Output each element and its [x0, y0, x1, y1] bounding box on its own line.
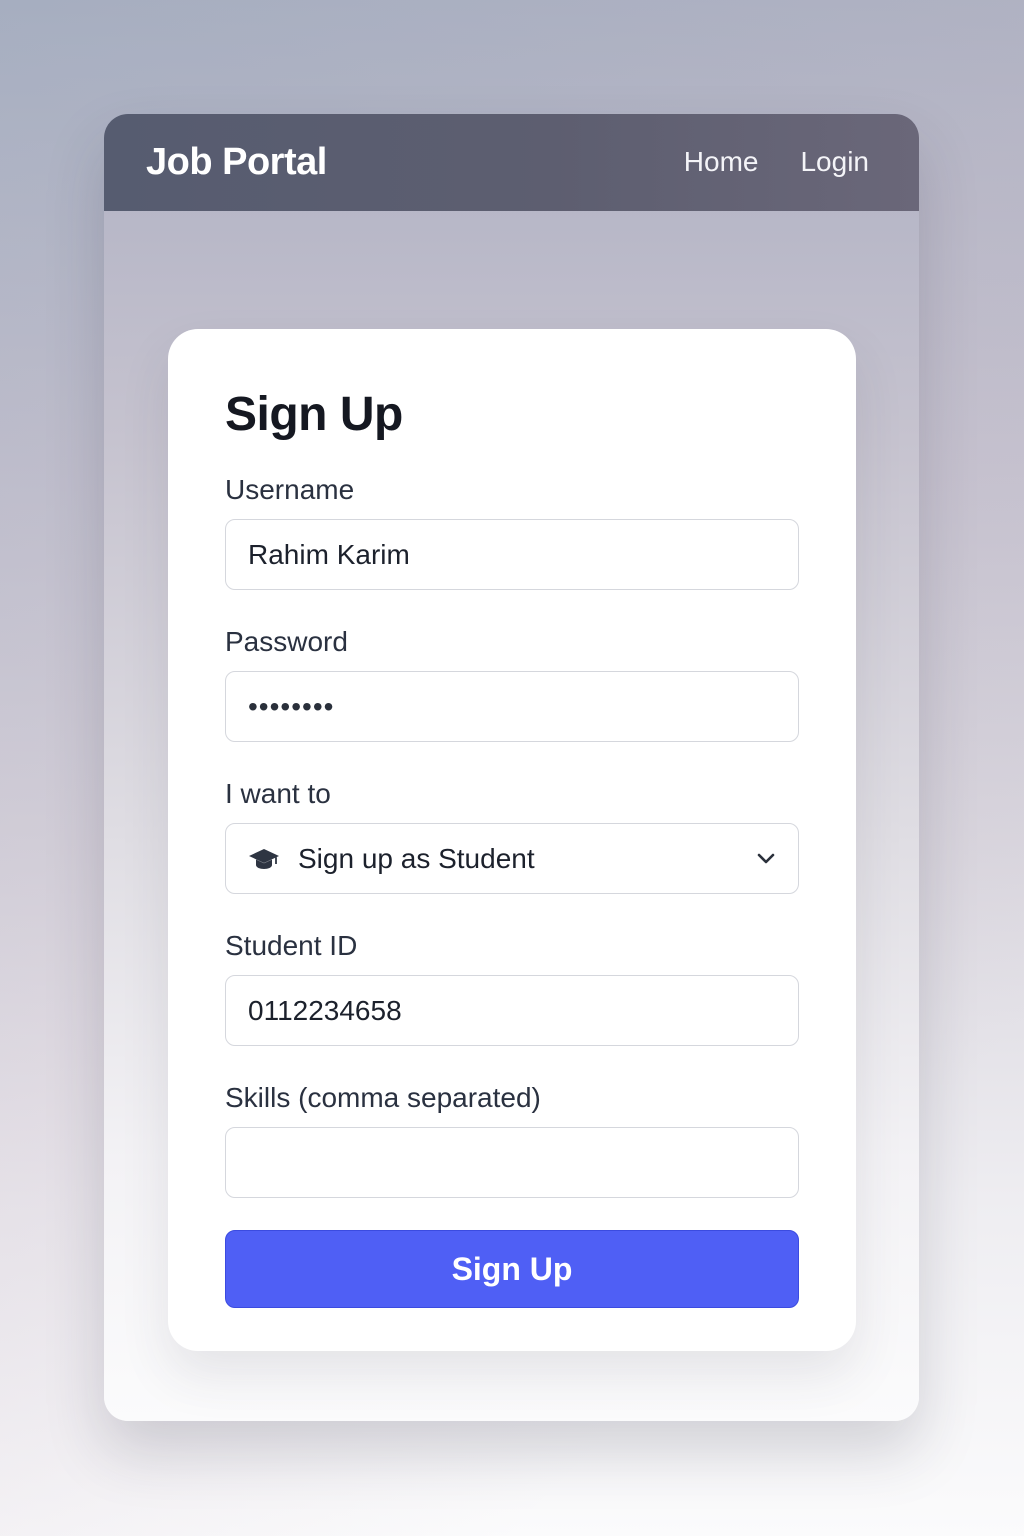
role-label: I want to [225, 778, 331, 809]
username-label: Username [225, 474, 355, 505]
page-title: Sign Up [225, 388, 403, 441]
brand-logo[interactable]: Job Portal [146, 140, 327, 184]
nav-links: Home Login [684, 145, 869, 179]
password-field[interactable]: •••••••• [225, 671, 799, 742]
password-input[interactable]: •••••••• [248, 691, 334, 723]
role-select-value: Sign up as Student [248, 843, 535, 875]
chevron-down-icon [756, 853, 776, 865]
signup-card: Sign Up Username Password •••••••• I wan… [168, 329, 856, 1351]
nav-link-login[interactable]: Login [800, 145, 869, 179]
nav-link-home[interactable]: Home [684, 145, 759, 179]
username-input[interactable] [248, 538, 776, 571]
role-select-text: Sign up as Student [298, 842, 535, 874]
username-field[interactable] [225, 519, 799, 590]
graduation-cap-icon [248, 846, 280, 872]
student-id-field[interactable] [225, 975, 799, 1046]
student-id-input[interactable] [248, 994, 776, 1027]
app-window: Job Portal Home Login Sign Up Username P… [104, 114, 919, 1421]
skills-label: Skills (comma separated) [225, 1082, 541, 1113]
password-label: Password [225, 626, 348, 657]
sign-up-button[interactable]: Sign Up [225, 1230, 799, 1308]
student-id-label: Student ID [225, 930, 358, 961]
navbar: Job Portal Home Login [104, 114, 919, 211]
role-select[interactable]: Sign up as Student [225, 823, 799, 894]
skills-field[interactable] [225, 1127, 799, 1198]
skills-input[interactable] [248, 1146, 776, 1179]
